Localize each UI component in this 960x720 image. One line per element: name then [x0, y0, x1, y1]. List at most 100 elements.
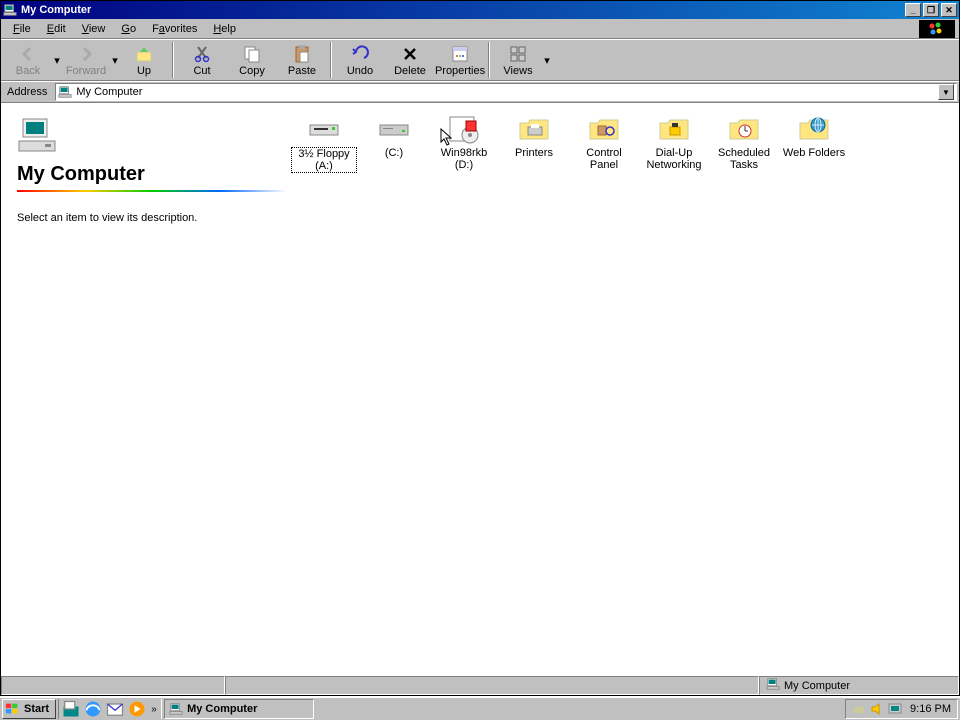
web-folders-icon[interactable]: Web Folders [779, 111, 849, 175]
back-dropdown[interactable]: ▾ [53, 54, 61, 67]
menu-go[interactable]: Go [113, 21, 144, 37]
my-computer-large-icon [17, 115, 57, 155]
tray-icon-1[interactable] [852, 702, 866, 716]
undo-button[interactable]: Undo [335, 40, 385, 80]
undo-label: Undo [347, 65, 373, 77]
taskbar-my-computer[interactable]: My Computer [164, 699, 314, 719]
separator [172, 42, 174, 78]
paste-button[interactable]: Paste [277, 40, 327, 80]
delete-label: Delete [394, 65, 426, 77]
dialup-label: Dial-Up Networking [641, 147, 707, 171]
drive-d-icon[interactable]: Win98rkb (D:) [429, 111, 499, 175]
titlebar[interactable]: My Computer _ ❐ ✕ [1, 1, 959, 19]
media-player-icon[interactable] [127, 700, 147, 718]
back-label: Back [16, 65, 40, 77]
paste-label: Paste [288, 65, 316, 77]
up-folder-icon [134, 44, 154, 64]
dialup-icon[interactable]: Dial-Up Networking [639, 111, 709, 175]
scheduled-tasks-label: Scheduled Tasks [711, 147, 777, 171]
paste-icon [292, 44, 312, 64]
forward-label: Forward [66, 65, 106, 77]
undo-icon [350, 44, 370, 64]
printers-label: Printers [515, 147, 553, 159]
address-dropdown[interactable]: ▼ [938, 84, 954, 100]
up-button[interactable]: Up [119, 40, 169, 80]
cut-button[interactable]: Cut [177, 40, 227, 80]
my-computer-icon [169, 702, 183, 716]
forward-arrow-icon [76, 44, 96, 64]
address-bar: Address My Computer ▼ [1, 81, 959, 103]
my-computer-icon [58, 85, 72, 99]
menu-file[interactable]: File [5, 21, 39, 37]
status-panel-1 [1, 676, 225, 695]
toolbar: Back ▾ Forward ▾ Up Cut Copy Paste Undo [1, 39, 959, 81]
menu-edit[interactable]: Edit [39, 21, 74, 37]
separator [488, 42, 490, 78]
status-panel-3: My Computer [759, 676, 959, 695]
taskbar: Start » My Computer 9:16 PM [0, 696, 960, 720]
web-folders-folder-icon [798, 113, 830, 145]
menu-help[interactable]: Help [205, 21, 244, 37]
tray-display-icon[interactable] [888, 702, 902, 716]
menu-favorites[interactable]: Favorites [144, 21, 205, 37]
printers-icon[interactable]: Printers [499, 111, 569, 175]
icon-area[interactable]: 3½ Floppy (A:) (C:) Win98rkb (D:) Printe… [289, 103, 959, 675]
copy-label: Copy [239, 65, 265, 77]
statusbar: My Computer [1, 675, 959, 695]
quick-launch: » [58, 699, 162, 719]
separator [330, 42, 332, 78]
views-dropdown[interactable]: ▾ [543, 54, 551, 67]
window-title: My Computer [21, 4, 903, 16]
copy-icon [242, 44, 262, 64]
drive-c-label: (C:) [385, 147, 403, 159]
properties-icon [450, 44, 470, 64]
back-button[interactable]: Back [3, 40, 53, 80]
floppy-a-label: 3½ Floppy (A:) [291, 147, 357, 173]
info-heading: My Computer [17, 163, 273, 186]
info-pane: My Computer Select an item to view its d… [1, 103, 289, 675]
dialup-folder-icon [658, 113, 690, 145]
status-panel-2 [225, 676, 759, 695]
address-field[interactable]: My Computer ▼ [55, 83, 957, 101]
cdrom-icon [448, 113, 480, 145]
hdd-icon [378, 113, 410, 145]
close-button[interactable]: ✕ [941, 3, 957, 17]
start-label: Start [24, 703, 49, 715]
taskbar-item-label: My Computer [187, 703, 257, 715]
tray-volume-icon[interactable] [870, 702, 884, 716]
forward-button[interactable]: Forward [61, 40, 111, 80]
control-panel-icon[interactable]: Control Panel [569, 111, 639, 175]
maximize-button[interactable]: ❐ [923, 3, 939, 17]
outlook-icon[interactable] [105, 700, 125, 718]
ie-icon[interactable] [83, 700, 103, 718]
windows-logo-icon [5, 702, 21, 716]
content-area: My Computer Select an item to view its d… [1, 103, 959, 675]
floppy-a-icon[interactable]: 3½ Floppy (A:) [289, 111, 359, 175]
tray-clock[interactable]: 9:16 PM [906, 703, 951, 715]
start-button[interactable]: Start [2, 699, 56, 719]
views-button[interactable]: Views [493, 40, 543, 80]
drive-c-icon[interactable]: (C:) [359, 111, 429, 175]
delete-button[interactable]: Delete [385, 40, 435, 80]
properties-button[interactable]: Properties [435, 40, 485, 80]
drive-d-label: Win98rkb (D:) [431, 147, 497, 171]
forward-dropdown[interactable]: ▾ [111, 54, 119, 67]
menu-view[interactable]: View [74, 21, 114, 37]
quick-launch-more[interactable]: » [149, 704, 159, 715]
color-stripe [17, 190, 287, 192]
floppy-drive-icon [308, 113, 340, 145]
show-desktop-icon[interactable] [61, 700, 81, 718]
menubar: File Edit View Go Favorites Help [1, 19, 959, 39]
scheduled-tasks-icon[interactable]: Scheduled Tasks [709, 111, 779, 175]
copy-button[interactable]: Copy [227, 40, 277, 80]
info-description: Select an item to view its description. [17, 212, 273, 224]
my-computer-window: My Computer _ ❐ ✕ File Edit View Go Favo… [0, 0, 960, 696]
minimize-button[interactable]: _ [905, 3, 921, 17]
back-arrow-icon [18, 44, 38, 64]
scheduled-tasks-folder-icon [728, 113, 760, 145]
delete-icon [400, 44, 420, 64]
printers-folder-icon [518, 113, 550, 145]
control-panel-label: Control Panel [571, 147, 637, 171]
cut-icon [192, 44, 212, 64]
views-icon [508, 44, 528, 64]
